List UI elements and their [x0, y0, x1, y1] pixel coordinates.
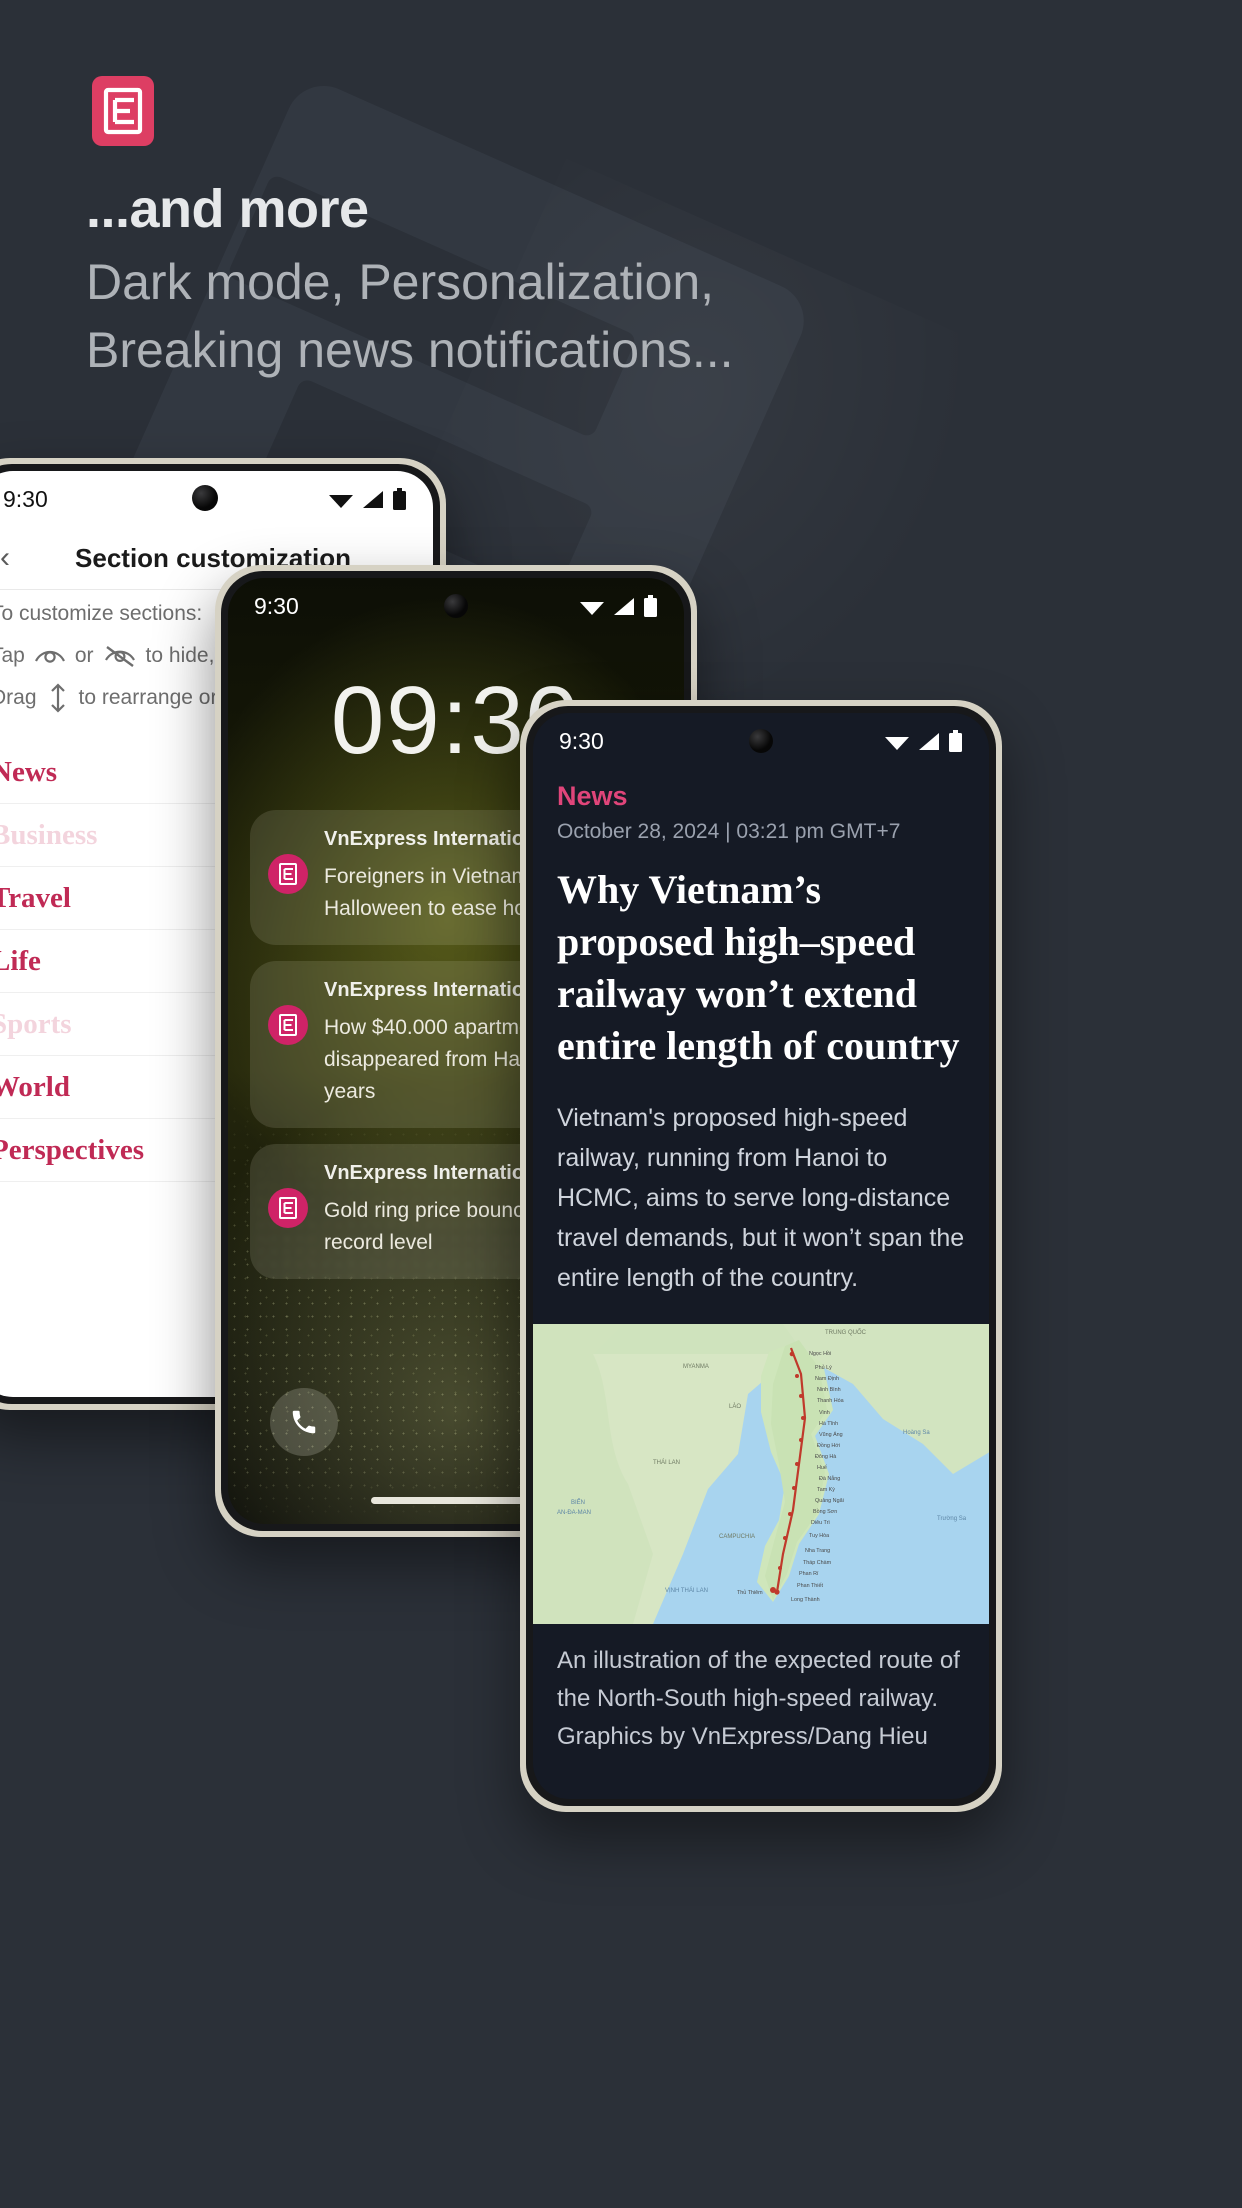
phone-shortcut-button[interactable] — [270, 1388, 338, 1456]
section-label: Travel — [0, 881, 71, 914]
svg-text:Nha Trang: Nha Trang — [805, 1548, 830, 1554]
svg-text:TRUNG QUỐC: TRUNG QUỐC — [825, 1329, 867, 1336]
svg-text:Ninh Bình: Ninh Bình — [817, 1387, 841, 1393]
camera-punch-hole — [444, 594, 468, 618]
svg-text:Ngọc Hồi: Ngọc Hồi — [809, 1351, 831, 1357]
status-time: 9:30 — [559, 727, 604, 754]
svg-text:MYANMA: MYANMA — [683, 1364, 709, 1370]
article-timestamp: October 28, 2024 | 03:21 pm GMT+7 — [557, 820, 901, 843]
svg-text:Huế: Huế — [817, 1465, 827, 1471]
camera-punch-hole — [192, 485, 218, 511]
camera-punch-hole — [749, 729, 773, 753]
svg-text:Tháp Chàm: Tháp Chàm — [803, 1560, 832, 1566]
phone-article-dark-mode: 9:30 News October 28, 2024 | 03:21 pm GM… — [520, 700, 1002, 1812]
subtitle-line-2: Breaking news notifications... — [86, 322, 734, 378]
battery-icon — [949, 730, 962, 752]
svg-text:THÁI LAN: THÁI LAN — [653, 1459, 680, 1466]
section-label: News — [0, 755, 58, 788]
notification-app-name: VnExpress International — [324, 828, 553, 850]
subtitle-line-1: Dark mode, Personalization, — [86, 254, 715, 310]
svg-text:Đà Nẵng: Đà Nẵng — [819, 1475, 840, 1482]
notification-app-name: VnExpress International — [324, 979, 553, 1001]
article-map-image: TRUNG QUỐC MYANMA LÀO THÁI LAN CAMPUCHIA… — [533, 1324, 989, 1624]
signal-icon — [919, 733, 939, 750]
svg-text:Quảng Ngãi: Quảng Ngãi — [815, 1498, 844, 1504]
section-label: World — [0, 1070, 70, 1103]
svg-text:CAMPUCHIA: CAMPUCHIA — [719, 1534, 755, 1540]
svg-text:Trường Sa: Trường Sa — [937, 1516, 967, 1522]
section-label: Sports — [0, 1007, 72, 1040]
wifi-icon — [329, 495, 353, 508]
wifi-icon — [885, 737, 909, 750]
svg-text:Tam Kỳ: Tam Kỳ — [817, 1487, 835, 1493]
svg-text:Diêu Trì: Diêu Trì — [811, 1520, 830, 1526]
svg-text:Đông Hà: Đông Hà — [815, 1454, 836, 1460]
vnexpress-notification-icon — [268, 1005, 308, 1045]
eye-hidden-icon — [104, 646, 135, 667]
svg-text:Thanh Hóa: Thanh Hóa — [817, 1398, 844, 1404]
svg-text:Phan Thiết: Phan Thiết — [797, 1583, 823, 1589]
section-label: Perspectives — [0, 1133, 144, 1166]
phone-icon — [292, 1410, 316, 1434]
signal-icon — [363, 491, 383, 508]
svg-text:Vũng Áng: Vũng Áng — [819, 1431, 843, 1438]
status-time: 9:30 — [3, 485, 48, 512]
eye-visible-icon — [34, 650, 65, 663]
promo-page: ...and more Dark mode, Personalization, … — [0, 0, 1242, 2208]
svg-text:LÀO: LÀO — [729, 1403, 741, 1410]
signal-icon — [614, 598, 634, 615]
svg-text:Vinh: Vinh — [819, 1410, 830, 1416]
back-button[interactable]: ‹ — [0, 541, 33, 575]
svg-text:BIỂN: BIỂN — [571, 1499, 585, 1506]
section-label: Life — [0, 944, 41, 977]
wifi-icon — [580, 602, 604, 615]
svg-text:Phủ Lý: Phủ Lý — [815, 1364, 832, 1371]
svg-text:Tuy Hòa: Tuy Hòa — [809, 1533, 829, 1539]
svg-text:AN-ĐA-MAN: AN-ĐA-MAN — [557, 1510, 591, 1516]
svg-text:Phan Rí: Phan Rí — [799, 1571, 819, 1577]
svg-text:Bồng Sơn: Bồng Sơn — [813, 1509, 837, 1515]
svg-text:Đồng Hới: Đồng Hới — [817, 1443, 840, 1449]
svg-text:Hoàng Sa: Hoàng Sa — [903, 1430, 930, 1436]
svg-text:Hà Tĩnh: Hà Tĩnh — [819, 1421, 838, 1427]
battery-icon — [644, 595, 657, 617]
svg-text:Nam Định: Nam Định — [815, 1376, 839, 1382]
article-category[interactable]: News — [533, 771, 989, 812]
vnexpress-notification-icon — [268, 1188, 308, 1228]
article-lead: Vietnam's proposed high-speed railway, r… — [557, 1104, 965, 1292]
svg-text:Long Thành: Long Thành — [791, 1597, 820, 1603]
vnexpress-notification-icon — [268, 854, 308, 894]
section-label: Business — [0, 818, 98, 851]
battery-icon — [393, 488, 406, 510]
page-subtitle: Dark mode, Personalization, Breaking new… — [86, 248, 1086, 384]
home-indicator — [371, 1497, 541, 1504]
article-image-caption: An illustration of the expected route of… — [557, 1647, 960, 1750]
vnexpress-logo-icon — [92, 76, 154, 146]
notification-app-name: VnExpress International — [324, 1162, 553, 1184]
article-headline: Why Vietnam’s proposed high–speed railwa… — [557, 867, 960, 1068]
drag-updown-icon — [50, 683, 65, 713]
svg-text:VỊNH THÁI LAN: VỊNH THÁI LAN — [665, 1587, 708, 1594]
status-time: 9:30 — [254, 592, 299, 619]
article-body: News October 28, 2024 | 03:21 pm GMT+7 W… — [533, 771, 989, 1799]
svg-text:Thủ Thiêm: Thủ Thiêm — [737, 1589, 763, 1596]
page-title: ...and more — [86, 179, 369, 239]
